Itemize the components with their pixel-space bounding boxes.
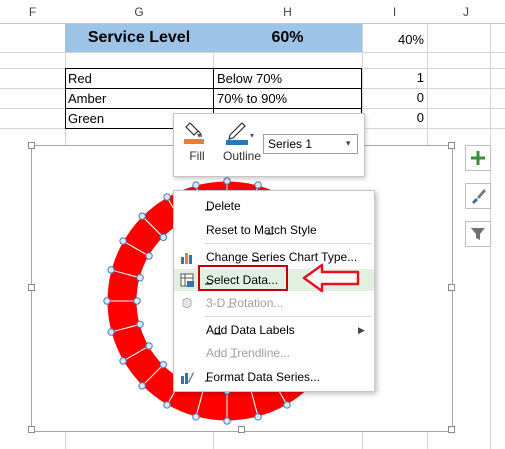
submenu-arrow-icon: ▶: [358, 325, 365, 335]
selection-handle[interactable]: [163, 401, 171, 409]
column-header-i[interactable]: I: [362, 0, 427, 24]
fill-button[interactable]: ▾ Fill: [182, 119, 212, 169]
menu-item-add-data-labels[interactable]: Add Data Labels ▶: [174, 319, 374, 341]
selection-handle[interactable]: [159, 360, 168, 369]
outline-button[interactable]: ▾ Outline: [222, 119, 262, 169]
column-header-f[interactable]: F: [0, 0, 65, 24]
selection-handle[interactable]: [136, 320, 144, 328]
selection-handle[interactable]: [107, 328, 115, 336]
column-header-h[interactable]: H: [213, 0, 362, 24]
chevron-down-icon: ▾: [197, 131, 202, 140]
selection-handle[interactable]: [254, 181, 262, 189]
menu-item-label: Add Data Labels: [206, 323, 295, 337]
selection-handle[interactable]: [223, 417, 231, 425]
mini-toolbar: ▾ Fill ▾ Outline Series 1 ▾: [173, 113, 365, 177]
selection-handle[interactable]: [103, 297, 111, 305]
selection-handle[interactable]: [283, 401, 291, 409]
resize-handle[interactable]: [448, 426, 455, 433]
chevron-down-icon: ▾: [346, 138, 351, 148]
table-cell-amber-range[interactable]: 70% to 90%: [213, 88, 362, 109]
selection-handle[interactable]: [192, 181, 200, 189]
menu-item-label: 3-D Rotation...: [206, 296, 284, 310]
resize-handle[interactable]: [28, 426, 35, 433]
series-select-value: Series 1: [268, 137, 313, 151]
pencil-outline-icon: [226, 122, 248, 145]
resize-handle[interactable]: [448, 142, 455, 149]
gridline: [0, 52, 505, 53]
selection-handle[interactable]: [138, 212, 146, 220]
selection-handle[interactable]: [119, 357, 127, 365]
series-select[interactable]: Series 1 ▾: [263, 134, 358, 154]
table-cell-red-value[interactable]: 1: [362, 68, 424, 88]
resize-handle[interactable]: [448, 284, 455, 291]
selection-handle[interactable]: [133, 297, 141, 305]
format-series-icon: [181, 372, 194, 384]
menu-item-label: Add Trendline...: [206, 346, 291, 360]
selection-handle[interactable]: [138, 382, 146, 390]
menu-item-format-data-series[interactable]: Format Data Series...: [174, 366, 374, 388]
chart-styles-button[interactable]: [465, 183, 491, 209]
chart-elements-button[interactable]: [465, 145, 491, 171]
selection-handle[interactable]: [254, 413, 262, 421]
menu-item-add-trendline[interactable]: Add Trendline...: [174, 342, 374, 364]
cube-icon: [182, 297, 192, 309]
red-arrow-icon: [302, 263, 360, 293]
selection-handle[interactable]: [159, 233, 168, 242]
selection-handle[interactable]: [136, 274, 144, 282]
menu-item-delete[interactable]: Delete: [174, 195, 374, 217]
service-level-label: Service Level: [87, 29, 191, 46]
chart-styles-brush-icon: [472, 189, 486, 204]
service-level-value: 60%: [271, 29, 304, 46]
table-cell-amber[interactable]: Amber: [65, 88, 214, 109]
outline-label: Outline: [222, 149, 262, 163]
service-level-row[interactable]: Service Level 60%: [65, 24, 362, 52]
menu-separator: [204, 243, 372, 244]
menu-item-label: Format Data Series...: [206, 370, 321, 384]
column-header-j[interactable]: J: [427, 0, 505, 24]
table-cell-red-range[interactable]: Below 70%: [213, 68, 362, 89]
menu-item-label: Reset to Match Style: [206, 223, 317, 237]
menu-separator: [204, 316, 372, 317]
chart-filters-button[interactable]: [465, 221, 491, 247]
menu-item-reset-style[interactable]: Reset to Match Style: [174, 219, 374, 241]
selection-handle[interactable]: [192, 413, 200, 421]
selection-handle[interactable]: [145, 342, 153, 350]
paint-bucket-icon: [184, 122, 204, 144]
resize-handle[interactable]: [28, 142, 35, 149]
column-header-g[interactable]: G: [65, 0, 213, 24]
select-data-icon: [180, 273, 194, 287]
chevron-down-icon: ▾: [250, 131, 255, 140]
table-cell-amber-value[interactable]: 0: [362, 88, 424, 108]
chart-filters-funnel-icon: [471, 228, 485, 240]
resize-handle[interactable]: [28, 284, 35, 291]
selection-handle[interactable]: [119, 237, 127, 245]
selection-handle[interactable]: [145, 252, 153, 260]
chart-elements-plus-icon: [471, 151, 485, 165]
selection-handle[interactable]: [163, 193, 171, 201]
selection-handle[interactable]: [223, 177, 231, 185]
select-data-highlight-box: [198, 265, 288, 291]
menu-item-label: Delete: [206, 199, 241, 213]
remaining-value-cell[interactable]: 40%: [362, 30, 424, 50]
bar-chart-icon: [181, 253, 192, 264]
resize-handle[interactable]: [238, 426, 245, 433]
fill-label: Fill: [189, 149, 205, 163]
table-cell-green-value[interactable]: 0: [362, 108, 424, 128]
selection-handle[interactable]: [107, 266, 115, 274]
table-cell-red[interactable]: Red: [65, 68, 214, 89]
menu-item-3d-rotation[interactable]: 3-D Rotation...: [174, 292, 374, 314]
